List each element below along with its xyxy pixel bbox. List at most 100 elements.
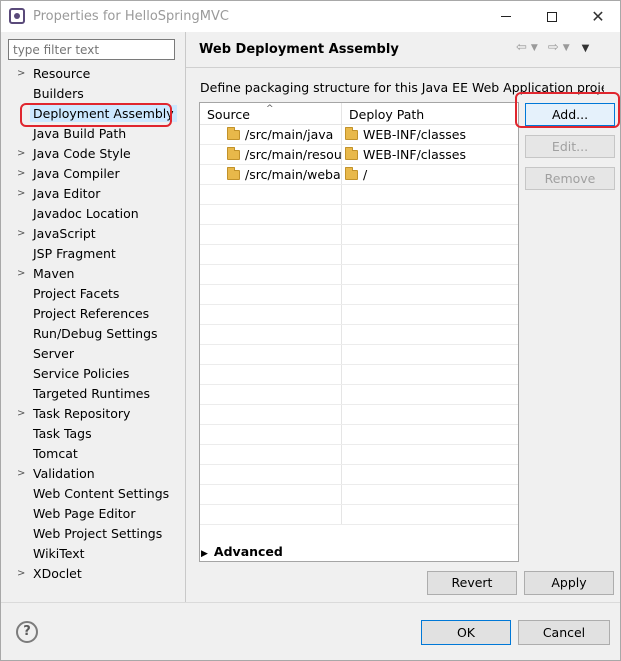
tree-item[interactable]: Server: [5, 344, 183, 364]
expand-arrow-icon[interactable]: >: [17, 164, 25, 184]
advanced-section-toggle[interactable]: ▶ Advanced: [201, 544, 283, 559]
deploy-path-cell: [342, 325, 518, 344]
back-dropdown-icon[interactable]: ▼: [531, 40, 538, 57]
ok-button[interactable]: OK: [421, 620, 511, 645]
tree-item[interactable]: Tomcat: [5, 444, 183, 464]
table-header: ^ Source Deploy Path: [200, 103, 518, 125]
forward-arrow-icon[interactable]: ⇨: [548, 40, 559, 57]
table-row: [200, 445, 518, 465]
tree-item[interactable]: Java Build Path: [5, 124, 183, 144]
tree-item[interactable]: Javadoc Location: [5, 204, 183, 224]
tree-item[interactable]: > Maven: [5, 264, 183, 284]
maximize-icon: [547, 11, 557, 22]
forward-dropdown-icon[interactable]: ▼: [563, 40, 570, 57]
source-cell: [200, 325, 342, 344]
source-cell: [200, 205, 342, 224]
tree-item[interactable]: > JavaScript: [5, 224, 183, 244]
back-arrow-icon[interactable]: ⇦: [516, 40, 527, 57]
expand-arrow-icon[interactable]: >: [17, 564, 25, 584]
tree-item[interactable]: Task Tags: [5, 424, 183, 444]
tree-item[interactable]: > Java Compiler: [5, 164, 183, 184]
cancel-button[interactable]: Cancel: [518, 620, 610, 645]
add-button[interactable]: Add...: [525, 103, 615, 126]
source-path: /src/main/java: [245, 127, 334, 142]
deploy-path-cell: [342, 285, 518, 304]
tree-item[interactable]: > Resource: [5, 64, 183, 84]
minimize-button[interactable]: [483, 1, 529, 32]
tree-item[interactable]: > Validation: [5, 464, 183, 484]
tree-item[interactable]: JSP Fragment: [5, 244, 183, 264]
tree-item[interactable]: Project Facets: [5, 284, 183, 304]
tree-item-label: JSP Fragment: [33, 246, 116, 261]
edit-button[interactable]: Edit...: [525, 135, 615, 158]
tree-item[interactable]: > XDoclet: [5, 564, 183, 584]
tree-item-label: Java Compiler: [33, 166, 120, 181]
source-cell: [200, 365, 342, 384]
table-row: [200, 385, 518, 405]
remove-button[interactable]: Remove: [525, 167, 615, 190]
tree-item-label: Java Editor: [33, 186, 101, 201]
tree-item[interactable]: Service Policies: [5, 364, 183, 384]
page-title: Web Deployment Assembly: [199, 42, 399, 57]
expand-arrow-icon[interactable]: >: [17, 184, 25, 204]
tree-item[interactable]: WikiText: [5, 544, 183, 564]
tree-item-label: Run/Debug Settings: [33, 326, 158, 341]
tree-item-label: Builders: [33, 86, 84, 101]
tree-item-label: Project References: [33, 306, 150, 321]
expand-arrow-icon[interactable]: >: [17, 64, 25, 84]
expand-arrow-icon[interactable]: >: [17, 224, 25, 244]
deploy-path-cell: [342, 185, 518, 204]
apply-button[interactable]: Apply: [524, 571, 614, 595]
tree-item[interactable]: > Task Repository: [5, 404, 183, 424]
table-row: [200, 465, 518, 485]
tree-item-label: Web Project Settings: [33, 526, 163, 541]
tree-item[interactable]: Web Project Settings: [5, 524, 183, 544]
close-button[interactable]: ✕: [575, 1, 621, 32]
column-header-source[interactable]: ^ Source: [200, 103, 342, 125]
expand-arrow-icon[interactable]: >: [17, 464, 25, 484]
source-cell: [200, 285, 342, 304]
source-cell: [200, 385, 342, 404]
tree-item[interactable]: > Java Editor: [5, 184, 183, 204]
table-row[interactable]: /src/main/webapp /: [200, 165, 518, 185]
tree-item[interactable]: Web Content Settings: [5, 484, 183, 504]
deploy-path-cell: [342, 225, 518, 244]
tree-item[interactable]: Targeted Runtimes: [5, 384, 183, 404]
deploy-path-cell: [342, 425, 518, 444]
properties-tree: > Resource Builders Deployment Assembly Java…: [5, 64, 183, 584]
view-menu-icon[interactable]: ▼: [582, 40, 590, 57]
maximize-button[interactable]: [529, 1, 575, 32]
table-row[interactable]: /src/main/resources WEB-INF/classes: [200, 145, 518, 165]
tree-item[interactable]: Web Page Editor: [5, 504, 183, 524]
deploy-path-cell: WEB-INF/classes: [342, 145, 518, 164]
tree-item[interactable]: Builders: [5, 84, 183, 104]
table-row: [200, 205, 518, 225]
tree-item-label: Maven: [33, 266, 75, 281]
tree-item-label: Java Build Path: [33, 126, 127, 141]
tree-item-label: Task Repository: [33, 406, 131, 421]
expand-arrow-icon[interactable]: >: [17, 144, 25, 164]
help-icon[interactable]: ?: [16, 621, 38, 643]
deploy-path-cell: [342, 265, 518, 284]
column-header-label: Deploy Path: [349, 107, 425, 122]
table-row: [200, 425, 518, 445]
tree-item[interactable]: > Java Code Style: [5, 144, 183, 164]
table-row: [200, 405, 518, 425]
source-cell: [200, 505, 342, 524]
source-cell: [200, 265, 342, 284]
tree-item[interactable]: Run/Debug Settings: [5, 324, 183, 344]
deploy-path-cell: [342, 245, 518, 264]
deploy-path-cell: /: [342, 165, 518, 184]
deployment-table[interactable]: ^ Source Deploy Path /src/main/java WEB-I…: [199, 102, 519, 562]
column-header-deploy-path[interactable]: Deploy Path: [342, 103, 518, 125]
revert-button[interactable]: Revert: [427, 571, 517, 595]
expand-arrow-icon[interactable]: >: [17, 404, 25, 424]
deploy-path: WEB-INF/classes: [363, 147, 467, 162]
tree-item-label: Java Code Style: [33, 146, 131, 161]
deploy-path-cell: [342, 205, 518, 224]
deploy-path-cell: [342, 485, 518, 504]
expand-arrow-icon[interactable]: >: [17, 264, 25, 284]
tree-item[interactable]: Project References: [5, 304, 183, 324]
table-row[interactable]: /src/main/java WEB-INF/classes: [200, 125, 518, 145]
filter-input[interactable]: [8, 39, 175, 60]
